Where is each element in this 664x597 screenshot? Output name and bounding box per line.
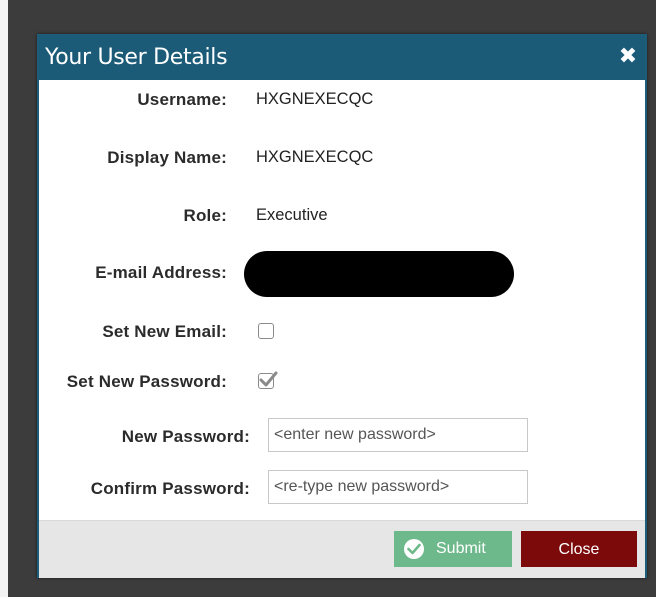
role-label: Role: xyxy=(183,206,227,225)
check-circle-icon xyxy=(404,539,424,559)
role-value: Executive xyxy=(256,206,328,224)
close-icon[interactable]: ✖ xyxy=(617,44,639,70)
confirm-password-row: Confirm Password: xyxy=(39,470,645,504)
dialog-footer: Submit Close xyxy=(39,520,645,578)
set-new-password-row: Set New Password: xyxy=(39,371,645,396)
set-new-email-checkbox[interactable] xyxy=(258,323,274,339)
submit-label: Submit xyxy=(436,540,486,557)
username-row: Username: HXGNEXECQC xyxy=(39,90,645,114)
dialog-titlebar: Your User Details ✖ xyxy=(39,36,645,80)
display-name-value: HXGNEXECQC xyxy=(256,148,374,166)
username-value: HXGNEXECQC xyxy=(256,90,374,108)
user-details-dialog: Your User Details ✖ Username: HXGNEXECQC… xyxy=(37,34,647,578)
display-name-label: Display Name: xyxy=(107,148,227,167)
set-new-email-row: Set New Email: xyxy=(39,322,645,346)
set-new-email-label: Set New Email: xyxy=(102,322,227,341)
display-name-row: Display Name: HXGNEXECQC xyxy=(39,148,645,172)
email-redaction xyxy=(244,251,514,297)
close-button[interactable]: Close xyxy=(521,531,637,567)
confirm-password-input[interactable] xyxy=(268,470,528,504)
new-password-row: New Password: xyxy=(39,418,645,452)
new-password-input[interactable] xyxy=(268,418,528,452)
set-new-password-label: Set New Password: xyxy=(66,372,227,391)
role-row: Role: Executive xyxy=(39,206,645,230)
username-label: Username: xyxy=(137,90,227,109)
email-label: E-mail Address: xyxy=(95,263,227,282)
new-password-label: New Password: xyxy=(121,427,250,446)
confirm-password-label: Confirm Password: xyxy=(90,479,250,498)
email-row: E-mail Address: xyxy=(39,251,645,297)
dialog-title: Your User Details xyxy=(45,45,228,70)
set-new-password-checkbox[interactable] xyxy=(258,371,278,389)
submit-button[interactable]: Submit xyxy=(394,531,512,567)
checkmark-icon xyxy=(259,371,278,387)
close-label: Close xyxy=(558,541,600,558)
